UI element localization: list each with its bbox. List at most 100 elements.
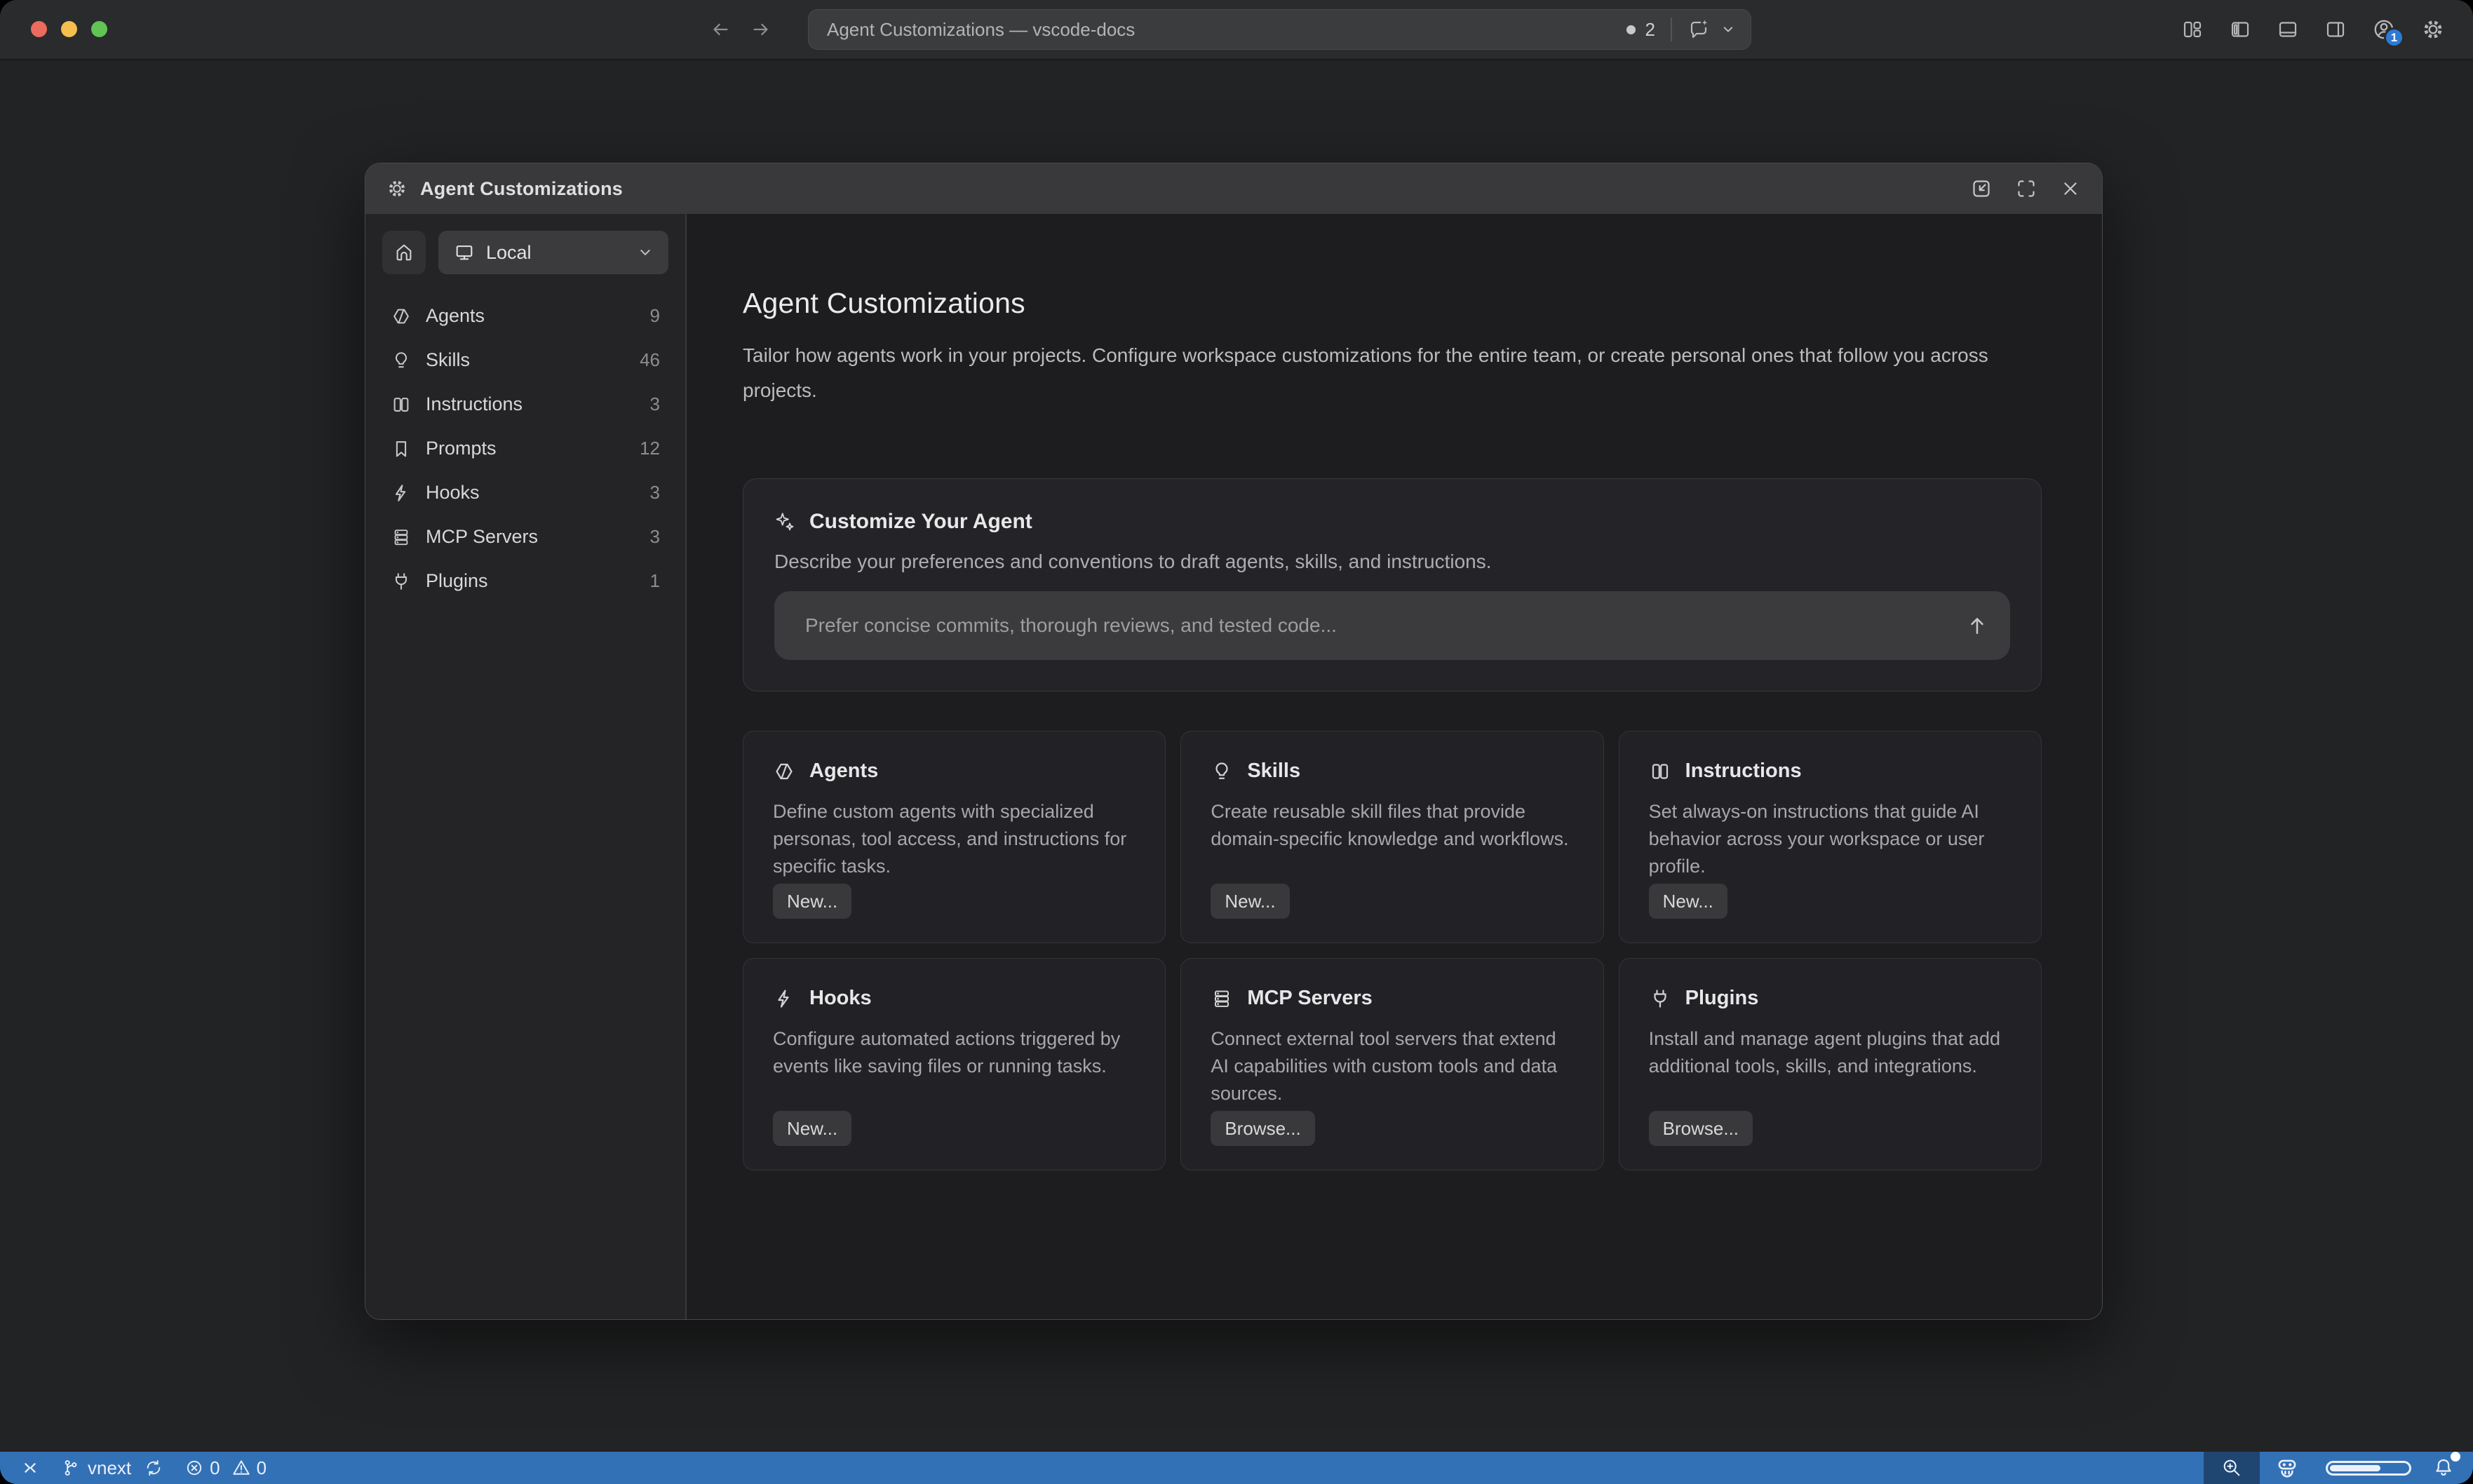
git-branch-icon [61, 1458, 81, 1478]
toggle-secondary-sidebar-icon[interactable] [2324, 18, 2347, 41]
zap-icon [391, 483, 412, 504]
card-header: Plugins [1649, 987, 2012, 1010]
agent-icon [391, 306, 412, 327]
card-description: Set always-on instructions that guide AI… [1649, 798, 2012, 880]
dialog-title: Agent Customizations [420, 178, 623, 200]
card-description: Configure automated actions triggered by… [773, 1025, 1136, 1080]
customize-header: Customize Your Agent [774, 510, 2010, 534]
card-description: Connect external tool servers that exten… [1211, 1025, 1573, 1107]
statusbar-right [2204, 1452, 2473, 1484]
git-branch-indicator[interactable]: vnext [50, 1452, 174, 1484]
dialog-header[interactable]: Agent Customizations [365, 163, 2102, 214]
zap-icon [773, 987, 795, 1010]
sidebar-item-label: MCP Servers [426, 526, 538, 548]
card-hooks: Hooks Configure automated actions trigge… [743, 958, 1166, 1171]
new-instruction-button[interactable]: New... [1649, 884, 1727, 919]
copilot-chat-icon[interactable] [1687, 18, 1710, 41]
notifications-indicator[interactable] [2423, 1457, 2473, 1479]
sidebar-item-hooks[interactable]: Hooks 3 [382, 471, 668, 515]
sidebar-item-label: Plugins [426, 570, 488, 592]
scope-row: Local [382, 231, 668, 274]
new-hook-button[interactable]: New... [773, 1111, 851, 1146]
command-center-right: 2 [1626, 18, 1737, 41]
card-title: Plugins [1685, 987, 1759, 1010]
divider [1671, 18, 1672, 41]
dialog-main: Agent Customizations Tailor how agents w… [687, 214, 2102, 1319]
dot-badge-count: 2 [1645, 19, 1655, 41]
monitor-icon [454, 242, 475, 263]
card-title: Skills [1247, 760, 1300, 783]
sidebar-item-count: 46 [640, 349, 660, 371]
sidebar-item-count: 12 [640, 438, 660, 459]
new-skill-button[interactable]: New... [1211, 884, 1289, 919]
account-badge: 1 [2384, 27, 2404, 48]
card-title: Agents [809, 760, 878, 783]
chevron-down-icon [636, 243, 654, 262]
sidebar-item-skills[interactable]: Skills 46 [382, 338, 668, 382]
page-description: Tailor how agents work in your projects.… [743, 338, 1998, 408]
sidebar-item-label: Agents [426, 305, 485, 327]
chevron-down-icon[interactable] [1720, 21, 1737, 38]
sidebar-item-label: Instructions [426, 393, 523, 415]
sidebar-item-prompts[interactable]: Prompts 12 [382, 426, 668, 471]
toggle-primary-sidebar-icon[interactable] [2229, 18, 2251, 41]
sidebar-item-mcp-servers[interactable]: MCP Servers 3 [382, 515, 668, 559]
submit-arrow-up-icon[interactable] [1965, 614, 1989, 638]
remote-indicator[interactable] [10, 1452, 50, 1484]
sidebar-item-instructions[interactable]: Instructions 3 [382, 382, 668, 426]
card-title: MCP Servers [1247, 987, 1372, 1010]
card-description: Create reusable skill files that provide… [1211, 798, 1573, 853]
dialog-actions [1970, 177, 2081, 200]
plug-icon [391, 571, 412, 592]
browse-plugins-button[interactable]: Browse... [1649, 1111, 1753, 1146]
pop-into-editor-icon[interactable] [1970, 177, 1993, 200]
copilot-indicator[interactable] [2260, 1456, 2314, 1480]
card-mcp-servers: MCP Servers Connect external tool server… [1180, 958, 1603, 1171]
minimize-window-button[interactable] [61, 21, 77, 37]
warning-icon [231, 1458, 251, 1478]
agent-icon [773, 760, 795, 783]
history-nav [710, 0, 771, 59]
close-icon[interactable] [2060, 178, 2081, 199]
sidebar-item-label: Skills [426, 349, 470, 371]
sidebar-item-plugins[interactable]: Plugins 1 [382, 559, 668, 603]
customize-input-container [774, 591, 2010, 660]
sidebar-item-count: 3 [650, 393, 660, 415]
back-arrow-icon[interactable] [710, 19, 731, 40]
sidebar-item-label: Prompts [426, 438, 497, 459]
card-agents: Agents Define custom agents with special… [743, 731, 1166, 943]
zoom-in-icon [2221, 1457, 2242, 1478]
sidebar-item-count: 3 [650, 482, 660, 504]
customize-description: Describe your preferences and convention… [774, 551, 2010, 573]
lightbulb-icon [391, 350, 412, 371]
book-icon [1649, 760, 1671, 783]
forward-arrow-icon[interactable] [750, 19, 771, 40]
new-agent-button[interactable]: New... [773, 884, 851, 919]
dialog-body: Local Agents 9 Skills 46 [365, 214, 2102, 1319]
zoom-window-button[interactable] [91, 21, 107, 37]
card-title: Hooks [809, 987, 872, 1010]
customize-input[interactable] [805, 614, 1965, 637]
customize-layout-icon[interactable] [2181, 18, 2204, 41]
account-icon[interactable]: 1 [2372, 18, 2396, 41]
settings-gear-icon[interactable] [2421, 18, 2445, 41]
home-button[interactable] [382, 231, 426, 274]
sidebar-item-label: Hooks [426, 482, 480, 504]
browse-mcp-servers-button[interactable]: Browse... [1211, 1111, 1314, 1146]
editor-backdrop: Agent Customizations [0, 60, 2473, 1452]
command-center[interactable]: Agent Customizations — vscode-docs 2 [808, 9, 1751, 50]
agent-customizations-dialog: Agent Customizations [365, 163, 2103, 1320]
gear-icon [386, 178, 407, 199]
close-window-button[interactable] [31, 21, 47, 37]
sidebar-item-agents[interactable]: Agents 9 [382, 294, 668, 338]
card-header: Instructions [1649, 760, 2012, 783]
titlebar-actions: 1 [2181, 0, 2445, 59]
fullscreen-icon[interactable] [2015, 177, 2037, 200]
scope-dropdown[interactable]: Local [438, 231, 668, 274]
remote-icon [20, 1458, 40, 1478]
customize-your-agent-panel: Customize Your Agent Describe your prefe… [743, 478, 2042, 692]
toggle-panel-icon[interactable] [2277, 18, 2299, 41]
zoom-in-indicator[interactable] [2204, 1452, 2260, 1484]
titlebar: Agent Customizations — vscode-docs 2 1 [0, 0, 2473, 60]
problems-indicator[interactable]: 0 0 [174, 1452, 277, 1484]
